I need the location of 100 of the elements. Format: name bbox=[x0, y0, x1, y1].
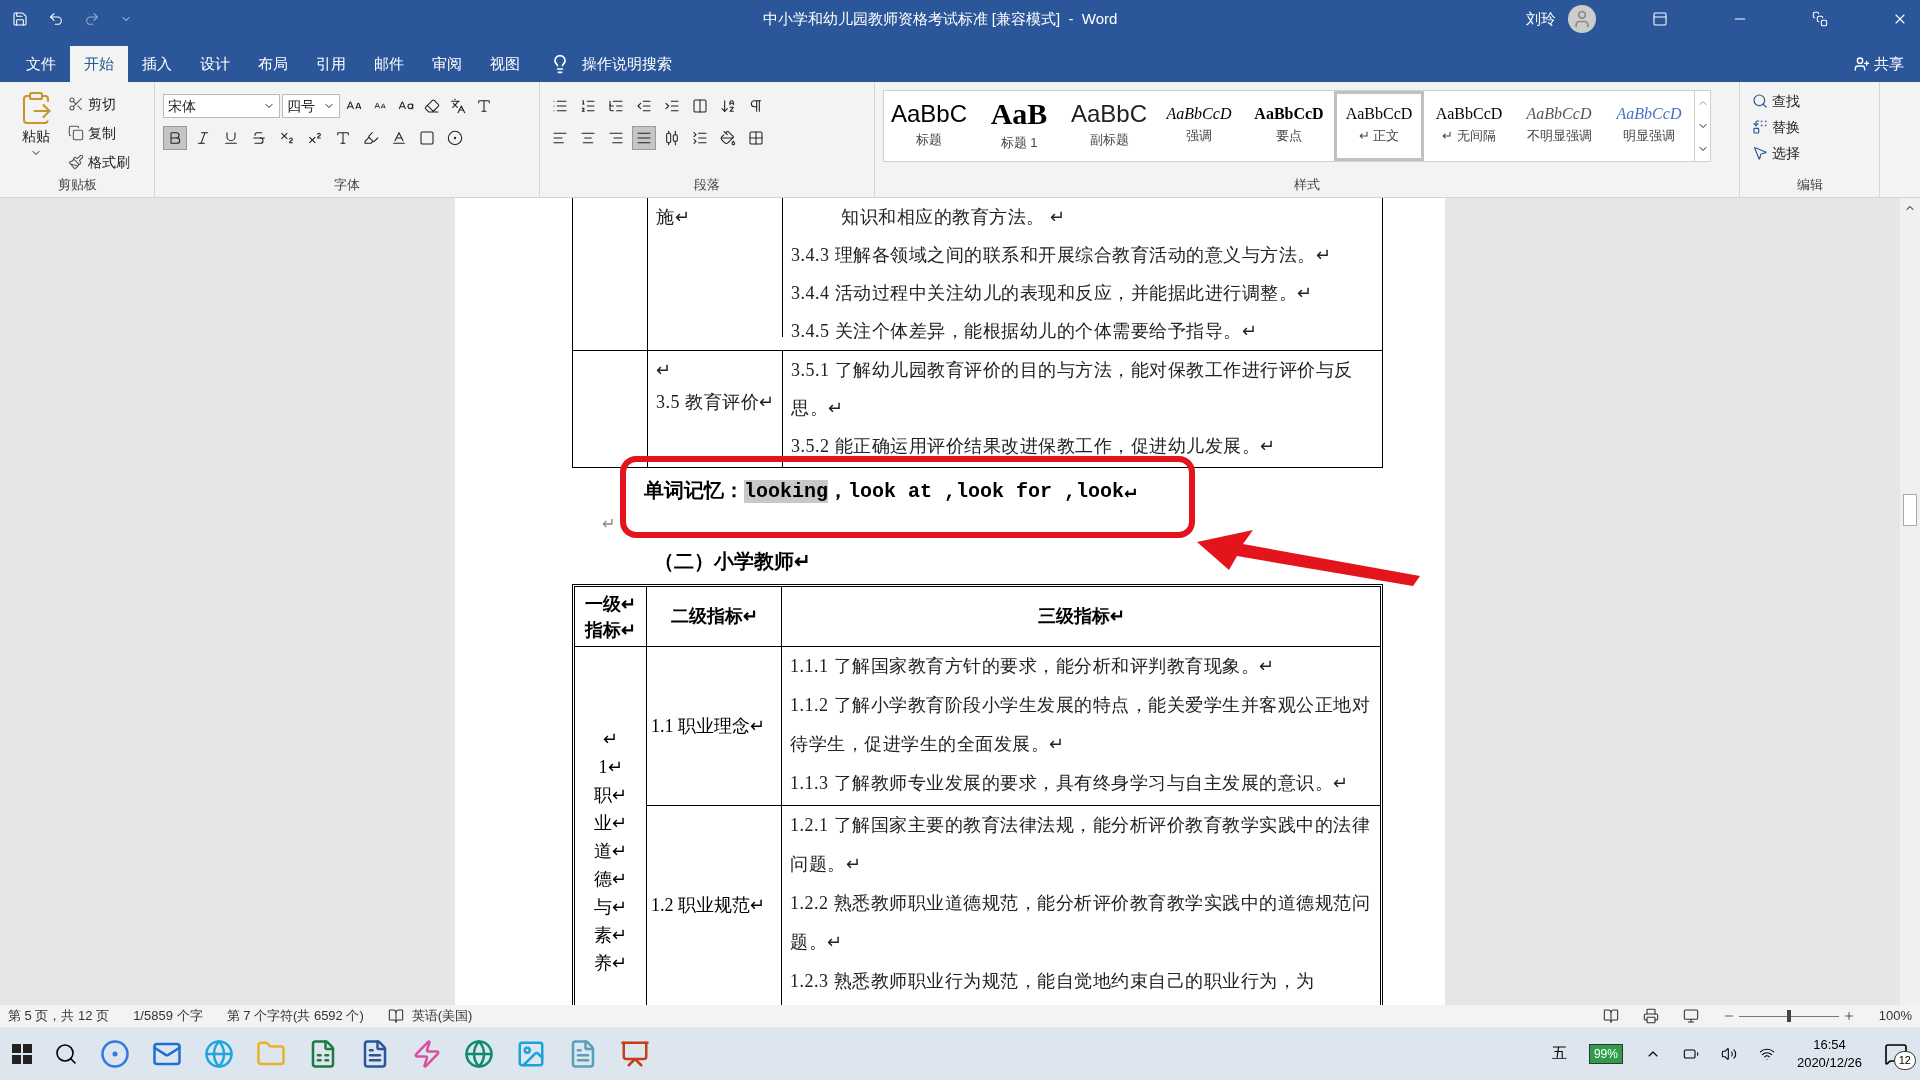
table-cell-text: 1.1.3 了解教师专业发展的要求，具有终身学习与自主发展的意识。↵ bbox=[790, 772, 1350, 795]
ribbon-tab[interactable]: 开始 bbox=[70, 46, 128, 82]
clock-time[interactable]: 16:54 bbox=[1813, 1035, 1846, 1054]
ribbon-tab[interactable]: 引用 bbox=[302, 46, 360, 82]
ribbon-tab[interactable]: 布局 bbox=[244, 46, 302, 82]
table-cell-text: 3.4.3 理解各领域之间的联系和开展综合教育活动的意义与方法。↵ bbox=[791, 244, 1332, 267]
section-heading: （二）小学教师↵ bbox=[654, 550, 811, 572]
style-item[interactable]: AaBbCcD ↵ 正文 bbox=[1334, 91, 1424, 161]
status-text[interactable]: 第 5 页，共 12 页 bbox=[8, 1006, 110, 1026]
vertical-scrollbar[interactable] bbox=[1900, 198, 1920, 1005]
ribbon-tab[interactable]: 邮件 bbox=[360, 46, 418, 82]
replace-icon bbox=[1752, 119, 1768, 135]
share-button[interactable]: 共享 bbox=[1854, 46, 1904, 82]
clipboard-command[interactable]: 格式刷 bbox=[68, 150, 130, 174]
table-cell-text: 3.5 教育评价↵ bbox=[656, 391, 774, 414]
style-item[interactable]: AaBbCcD 不明显强调 bbox=[1514, 91, 1604, 161]
group-label: 剪贴板 bbox=[57, 176, 97, 194]
clipboard-command[interactable]: 剪切 bbox=[68, 92, 130, 116]
status-text[interactable]: 第 7 个字符(共 6592 个) bbox=[226, 1006, 364, 1026]
table-cell-text: 3.5.1 了解幼儿园教育评价的目的与方法，能对保教工作进行评价与反思。↵ bbox=[791, 359, 1354, 420]
column-header: 二级指标↵ bbox=[670, 605, 758, 628]
start-icon[interactable] bbox=[12, 1043, 32, 1064]
style-item[interactable]: AaBbCcD 要点 bbox=[1244, 91, 1334, 161]
table-cell-text: 1.2 职业规范↵ bbox=[651, 894, 765, 917]
avatar-icon[interactable] bbox=[1568, 5, 1596, 33]
group-label: 样式 bbox=[1294, 176, 1320, 194]
web-layout-icon[interactable] bbox=[1682, 1008, 1699, 1024]
notification-count: 12 bbox=[1893, 1051, 1916, 1070]
table-cell-text: 养↵ bbox=[594, 952, 627, 975]
clock-date[interactable]: 2020/12/26 bbox=[1796, 1053, 1862, 1072]
paragraph-mark: ↵ bbox=[602, 515, 615, 532]
editing-command[interactable]: 替换 bbox=[1752, 116, 1867, 138]
zoom-in-icon[interactable] bbox=[1842, 1010, 1855, 1022]
circle-app-icon[interactable] bbox=[100, 1038, 130, 1069]
table-cell-text: ↵ bbox=[603, 728, 618, 751]
ribbon-tab[interactable]: 设计 bbox=[186, 46, 244, 82]
undo-icon[interactable] bbox=[48, 11, 64, 27]
zoom-level[interactable]: 100% bbox=[1878, 1006, 1912, 1026]
group-label: 编辑 bbox=[1796, 176, 1823, 194]
read-mode-icon[interactable] bbox=[1602, 1008, 1619, 1024]
speaker-icon[interactable] bbox=[1720, 1045, 1737, 1062]
table-cell-text: 道↵ bbox=[594, 840, 627, 863]
table-cell-text: 知识和相应的教育方法。 ↵ bbox=[840, 206, 1066, 229]
column-header: 一级↵ 指标↵ bbox=[583, 592, 637, 642]
bold-icon[interactable] bbox=[163, 126, 187, 150]
ribbon-display-icon[interactable] bbox=[1652, 11, 1668, 27]
table-cell-text: 3.4.5 关注个体差异，能根据幼儿的个体需要给予指导。↵ bbox=[791, 320, 1258, 343]
word-memory-line: 单词记忆：looking，look at ,look for ,look↵ bbox=[644, 480, 1137, 503]
paste-button[interactable]: 粘贴 bbox=[12, 90, 60, 159]
style-item[interactable]: AaBbC 副标题 bbox=[1064, 91, 1154, 161]
style-item[interactable]: AaB 标题 1 bbox=[974, 91, 1064, 161]
font-name-field[interactable]: 宋体 bbox=[163, 94, 280, 118]
search-icon bbox=[1752, 93, 1768, 109]
zoom-slider[interactable] bbox=[1738, 1010, 1839, 1022]
style-item[interactable]: AaBbCcD 强调 bbox=[1154, 91, 1244, 161]
group-label: 字体 bbox=[334, 176, 360, 194]
style-item[interactable]: AaBbC 标题 bbox=[884, 91, 974, 161]
table-cell-text: 1.2.1 了解国家主要的教育法律法规，能分析评价教育教学实践中的法律问题。↵ bbox=[790, 814, 1371, 876]
proofing-icon[interactable] bbox=[387, 1008, 404, 1024]
add-person-icon bbox=[1854, 56, 1870, 72]
style-item[interactable]: AaBbCcD 明显强调 bbox=[1604, 91, 1694, 161]
user-name: 刘玲 bbox=[1526, 8, 1556, 29]
ime-indicator[interactable]: 五 bbox=[1551, 1042, 1567, 1065]
table-cell-text: 施↵ bbox=[656, 206, 691, 229]
clipboard-command[interactable]: 复制 bbox=[68, 121, 130, 145]
editing-command[interactable]: 选择 bbox=[1752, 142, 1867, 164]
language-status[interactable]: 英语(美国) bbox=[411, 1006, 473, 1026]
search-icon[interactable] bbox=[54, 1041, 78, 1066]
ribbon-tab[interactable]: 插入 bbox=[128, 46, 186, 82]
tell-me-search[interactable]: 操作说明搜索 bbox=[550, 46, 672, 82]
pointer-icon bbox=[1752, 145, 1768, 161]
person-icon bbox=[1572, 9, 1592, 29]
ribbon-tab[interactable]: 审阅 bbox=[418, 46, 476, 82]
table-cell-text: 1↵ bbox=[598, 756, 623, 779]
editing-command[interactable]: 查找 bbox=[1752, 90, 1867, 112]
table-cell-text: 素↵ bbox=[594, 924, 627, 947]
table-cell-text: ↵ bbox=[656, 359, 673, 382]
table-cell-text: 1.2.2 熟悉教师职业道德规范，能分析评价教育教学实践中的道德规范问题。↵ bbox=[790, 892, 1371, 954]
table-cell-text: 与↵ bbox=[594, 896, 627, 919]
ribbon-tab[interactable]: 视图 bbox=[476, 46, 534, 82]
status-text[interactable]: 1/5859 个字 bbox=[133, 1006, 203, 1026]
print-layout-icon[interactable] bbox=[1642, 1008, 1659, 1024]
group-label: 段落 bbox=[694, 176, 720, 194]
column-header: 三级指标↵ bbox=[1037, 605, 1125, 628]
copy-icon bbox=[68, 125, 84, 141]
table-cell-text: 1.1.1 了解国家教育方针的要求，能分析和评判教育现象。↵ bbox=[790, 655, 1276, 678]
table-cell-text: 3.4.4 活动过程中关注幼儿的表现和反应，并能据此进行调整。↵ bbox=[791, 282, 1314, 305]
table-cell-text: 业↵ bbox=[594, 812, 627, 835]
table-cell-text: 1.1 职业理念↵ bbox=[651, 714, 765, 738]
font-size-field[interactable]: 四号 bbox=[282, 94, 340, 118]
scroll-thumb[interactable] bbox=[1903, 494, 1917, 526]
align-icon[interactable] bbox=[632, 126, 656, 150]
restore-icon[interactable] bbox=[1812, 11, 1828, 27]
save-icon[interactable] bbox=[12, 11, 28, 27]
ribbon-tab[interactable]: 文件 bbox=[12, 46, 70, 82]
edge-icon[interactable] bbox=[464, 1038, 494, 1069]
table-cell-text: 1.2.3 熟悉教师职业行为规范，能自觉地约束自己的职业行为，为 bbox=[790, 970, 1316, 993]
paintbrush-icon bbox=[68, 154, 84, 170]
style-item[interactable]: AaBbCcD ↵ 无间隔 bbox=[1424, 91, 1514, 161]
zoom-thumb[interactable] bbox=[1786, 1010, 1791, 1022]
